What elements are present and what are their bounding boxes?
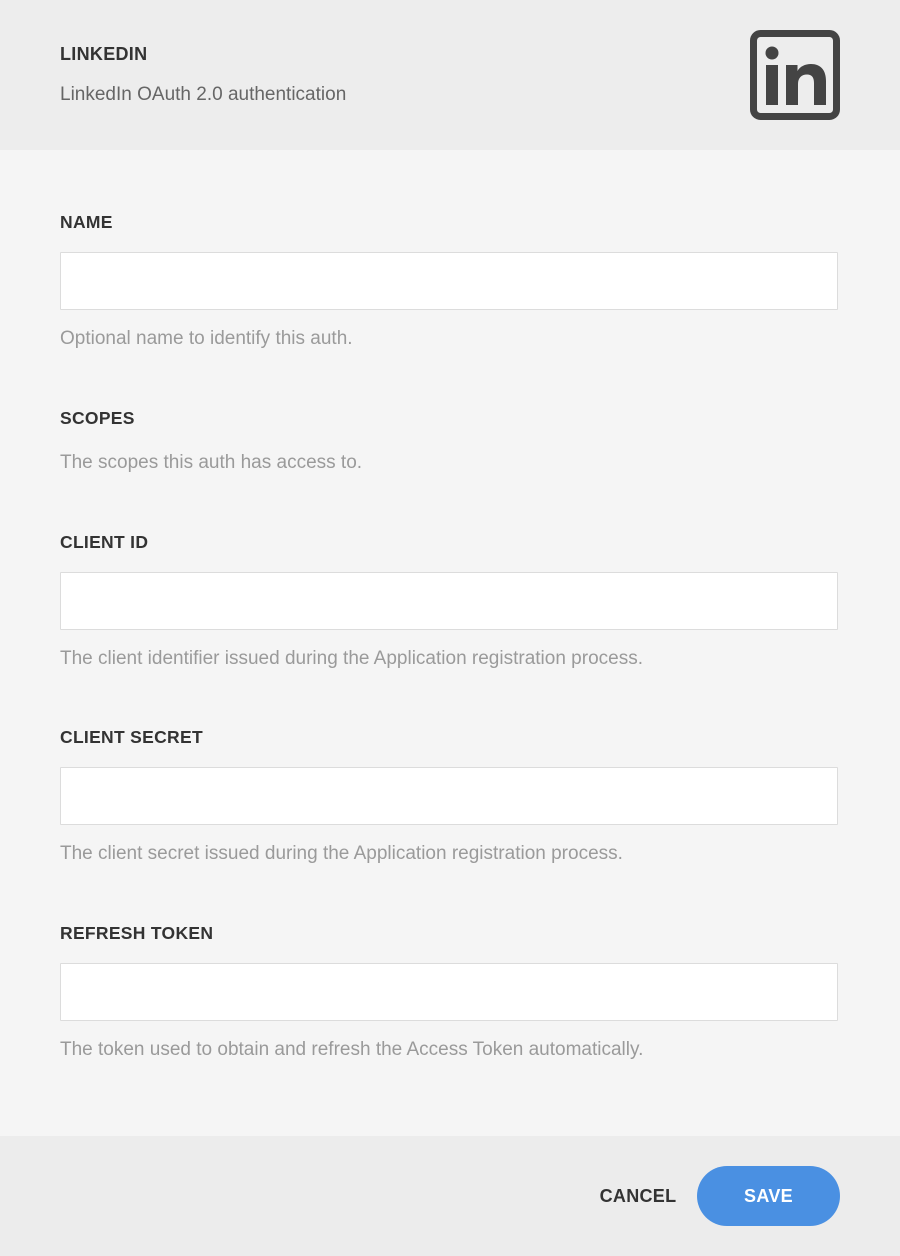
name-input[interactable]: [60, 252, 838, 310]
scopes-help-text: The scopes this auth has access to.: [60, 452, 363, 473]
refresh-token-input[interactable]: [60, 963, 838, 1021]
name-label: NAME: [60, 212, 113, 232]
auth-config-dialog: LINKEDIN LinkedIn OAuth 2.0 authenticati…: [0, 0, 900, 1256]
client-id-help-text: The client identifier issued during the …: [60, 648, 643, 669]
dialog-header: LINKEDIN LinkedIn OAuth 2.0 authenticati…: [0, 0, 900, 150]
client-id-input[interactable]: [60, 572, 838, 630]
client-secret-label: CLIENT SECRET: [60, 727, 203, 747]
cancel-button[interactable]: CANCEL: [586, 1166, 690, 1226]
client-secret-help-text: The client secret issued during the Appl…: [60, 843, 623, 864]
linkedin-logo-icon: [750, 30, 840, 120]
refresh-token-help-text: The token used to obtain and refresh the…: [60, 1039, 644, 1060]
save-button[interactable]: SAVE: [697, 1166, 840, 1226]
client-secret-input[interactable]: [60, 767, 838, 825]
scopes-label: SCOPES: [60, 408, 135, 428]
name-help-text: Optional name to identify this auth.: [60, 328, 353, 349]
client-id-label: CLIENT ID: [60, 532, 149, 552]
dialog-title: LINKEDIN: [60, 44, 148, 64]
dialog-subtitle: LinkedIn OAuth 2.0 authentication: [60, 84, 347, 105]
refresh-token-label: REFRESH TOKEN: [60, 923, 214, 943]
